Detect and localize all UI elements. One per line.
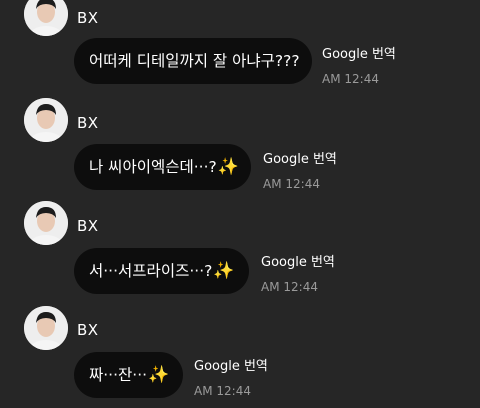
google-translate-button[interactable]: Google 번역 [322, 43, 396, 62]
message-text: 서···서프라이즈···? [89, 262, 213, 280]
message-bubble[interactable]: 어떠케 디테일까지 잘 아냐구??? [74, 38, 312, 84]
timestamp: AM 12:44 [322, 72, 379, 86]
timestamp: AM 12:44 [261, 280, 318, 294]
google-translate-button[interactable]: Google 번역 [194, 355, 268, 374]
avatar[interactable] [24, 306, 68, 350]
message-bubble[interactable]: 짜···잔···✨ [74, 352, 183, 398]
sender-name: BX [77, 321, 99, 339]
timestamp: AM 12:44 [194, 384, 251, 398]
avatar-photo-icon [24, 306, 68, 350]
avatar-photo-icon [24, 201, 68, 245]
chat-thread: BX 어떠케 디테일까지 잘 아냐구??? Google 번역 AM 12:44… [0, 0, 480, 408]
message-text: 나 씨아이엑슨데···? [89, 158, 217, 176]
avatar[interactable] [24, 201, 68, 245]
sender-name: BX [77, 114, 99, 132]
sparkles-icon: ✨ [213, 261, 235, 281]
google-translate-button[interactable]: Google 번역 [263, 148, 337, 167]
message-bubble[interactable]: 서···서프라이즈···?✨ [74, 248, 249, 294]
sparkles-icon: ✨ [148, 365, 170, 385]
timestamp: AM 12:44 [263, 177, 320, 191]
sender-name: BX [77, 9, 99, 27]
message-text: 어떠케 디테일까지 잘 아냐구??? [89, 52, 300, 70]
sparkles-icon: ✨ [217, 157, 239, 177]
message-bubble[interactable]: 나 씨아이엑슨데···?✨ [74, 144, 251, 190]
message-text: 짜···잔··· [89, 366, 148, 384]
avatar[interactable] [24, 0, 68, 36]
sender-name: BX [77, 217, 99, 235]
avatar[interactable] [24, 98, 68, 142]
avatar-photo-icon [24, 98, 68, 142]
google-translate-button[interactable]: Google 번역 [261, 251, 335, 270]
avatar-photo-icon [24, 0, 68, 36]
